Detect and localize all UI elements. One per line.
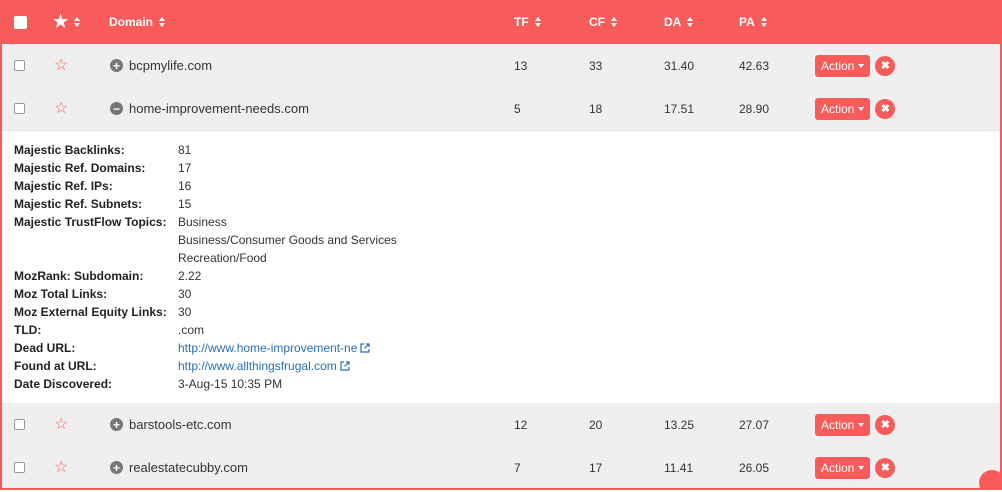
- domain-name: realestatecubby.com: [129, 460, 248, 475]
- pa-value: 26.05: [739, 460, 770, 475]
- da-value: 17.51: [664, 101, 695, 116]
- action-dropdown-button[interactable]: Action: [815, 54, 871, 77]
- pa-value: 27.07: [739, 417, 770, 432]
- pa-header[interactable]: PA: [739, 0, 767, 44]
- expand-icon[interactable]: +: [110, 418, 123, 431]
- domain-name: barstools-etc.com: [129, 417, 232, 432]
- cf-value: 17: [589, 460, 603, 475]
- domain-name: bcpmylife.com: [129, 58, 213, 73]
- expand-icon[interactable]: +: [110, 59, 123, 72]
- tf-value: 12: [514, 417, 528, 432]
- da-value: 31.40: [664, 58, 695, 73]
- remove-icon[interactable]: ✖: [875, 414, 896, 435]
- remove-icon[interactable]: ✖: [875, 55, 896, 76]
- sort-icon: [534, 17, 541, 27]
- row-checkbox[interactable]: [14, 44, 25, 87]
- caret-down-icon: [858, 422, 865, 427]
- table-row: ☆ + barstools-etc.com 12 20 13.25 27.07 …: [2, 403, 1000, 447]
- sort-icon: [687, 17, 694, 27]
- tf-value: 7: [514, 460, 521, 475]
- action-dropdown-button[interactable]: Action: [815, 97, 871, 120]
- external-link-icon: [360, 343, 371, 353]
- remove-icon[interactable]: ✖: [875, 98, 896, 119]
- cf-value: 33: [589, 58, 603, 73]
- caret-down-icon: [858, 465, 865, 470]
- tf-value: 5: [514, 101, 521, 116]
- sort-icon: [74, 17, 81, 27]
- pa-value: 28.90: [739, 101, 770, 116]
- tf-header[interactable]: TF: [514, 0, 541, 44]
- tf-value: 13: [514, 58, 528, 73]
- domain-name: home-improvement-needs.com: [129, 101, 309, 116]
- row-checkbox[interactable]: [14, 446, 25, 488]
- star-outline-icon[interactable]: ☆: [54, 87, 68, 130]
- row-checkbox[interactable]: [14, 87, 25, 130]
- da-value: 13.25: [664, 417, 695, 432]
- action-dropdown-button[interactable]: Action: [815, 456, 871, 479]
- table-row: ☆ + realestatecubby.com 7 17 11.41 26.05…: [2, 446, 1000, 488]
- domain-header[interactable]: Domain: [109, 0, 166, 44]
- table-row: ☆ − home-improvement-needs.com 5 18 17.5…: [2, 87, 1000, 131]
- row-checkbox[interactable]: [14, 403, 25, 446]
- sort-icon: [611, 17, 617, 27]
- da-value: 11.41: [664, 460, 694, 475]
- domains-table: ★ Domain TF CF DA PA ☆ + bcpmylife.com 1…: [0, 0, 1002, 490]
- table-row: ☆ + bcpmylife.com 13 33 31.40 42.63 Acti…: [2, 44, 1000, 88]
- cf-value: 20: [589, 417, 603, 432]
- external-link-icon: [340, 361, 350, 371]
- action-dropdown-button[interactable]: Action: [815, 413, 871, 436]
- table-header: ★ Domain TF CF DA PA: [2, 0, 1000, 44]
- scroll-to-top-button[interactable]: [979, 470, 1000, 488]
- row-details-panel: Majestic Backlinks: 81 Majestic Ref. Dom…: [2, 131, 1000, 404]
- remove-icon[interactable]: ✖: [875, 457, 896, 478]
- found-url-link[interactable]: http://www.allthingsfrugal.com: [178, 359, 350, 373]
- star-outline-icon[interactable]: ☆: [54, 403, 68, 446]
- star-outline-icon[interactable]: ☆: [54, 446, 68, 488]
- select-all-checkbox[interactable]: [14, 0, 27, 44]
- star-outline-icon[interactable]: ☆: [54, 44, 68, 87]
- cf-header[interactable]: CF: [589, 0, 617, 44]
- favorite-sort[interactable]: ★: [53, 0, 81, 44]
- da-header[interactable]: DA: [664, 0, 694, 44]
- pa-value: 42.63: [739, 58, 770, 73]
- caret-down-icon: [858, 106, 865, 111]
- expand-icon[interactable]: +: [110, 461, 123, 474]
- sort-icon: [760, 17, 767, 27]
- dead-url-link[interactable]: http://www.home-improvement-ne: [178, 341, 371, 355]
- cf-value: 18: [589, 101, 603, 116]
- star-icon: ★: [53, 12, 69, 31]
- sort-icon: [159, 17, 166, 27]
- caret-down-icon: [858, 63, 865, 68]
- collapse-icon[interactable]: −: [110, 102, 123, 115]
